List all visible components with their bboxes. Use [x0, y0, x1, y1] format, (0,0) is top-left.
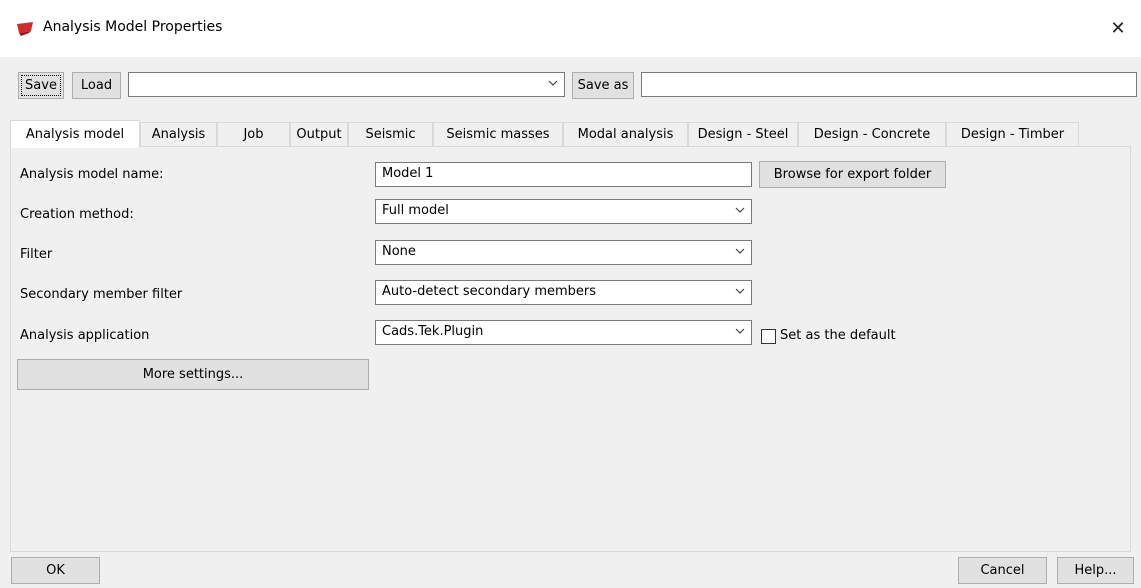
creation-method-label: Creation method: [20, 207, 134, 222]
model-name-input[interactable]: Model 1 [375, 162, 752, 187]
tab-strip: Analysis model Analysis Job Output Seism… [10, 120, 1131, 148]
tab-modal-analysis[interactable]: Modal analysis [563, 122, 688, 146]
filter-select[interactable]: None [375, 240, 752, 265]
tab-analysis-model[interactable]: Analysis model [10, 120, 140, 148]
creation-method-value: Full model [382, 203, 449, 218]
more-settings-button[interactable]: More settings... [17, 359, 369, 390]
tab-seismic[interactable]: Seismic [348, 122, 433, 146]
analysis-app-select[interactable]: Cads.Tek.Plugin [375, 320, 752, 345]
analysis-app-label: Analysis application [20, 328, 150, 343]
close-icon: ✕ [1110, 18, 1126, 39]
cancel-button[interactable]: Cancel [958, 557, 1047, 584]
browse-export-folder-button[interactable]: Browse for export folder [759, 161, 946, 188]
tab-design-steel[interactable]: Design - Steel [688, 122, 798, 146]
save-as-button[interactable]: Save as [572, 72, 634, 99]
set-default-checkbox[interactable] [761, 329, 776, 344]
chevron-down-icon [735, 248, 745, 254]
tekla-logo-icon [17, 22, 33, 36]
set-default-label: Set as the default [780, 328, 896, 343]
close-button[interactable]: ✕ [1095, 0, 1141, 57]
tab-design-concrete[interactable]: Design - Concrete [798, 122, 946, 146]
secondary-filter-label: Secondary member filter [20, 287, 183, 302]
window-title: Analysis Model Properties [43, 19, 223, 35]
chevron-down-icon [548, 80, 558, 86]
filter-value: None [382, 244, 416, 259]
help-button[interactable]: Help... [1057, 557, 1134, 584]
analysis-app-value: Cads.Tek.Plugin [382, 324, 484, 339]
tab-seismic-masses[interactable]: Seismic masses [433, 122, 563, 146]
creation-method-select[interactable]: Full model [375, 199, 752, 224]
chevron-down-icon [735, 207, 745, 213]
chevron-down-icon [735, 328, 745, 334]
ok-button[interactable]: OK [11, 557, 100, 584]
tab-output[interactable]: Output [290, 122, 348, 146]
tab-job[interactable]: Job [217, 122, 290, 146]
dialog-window: Analysis Model Properties ✕ Save Load Sa… [0, 0, 1141, 588]
save-as-input[interactable] [641, 72, 1137, 97]
save-button[interactable]: Save [18, 72, 64, 99]
tab-design-timber[interactable]: Design - Timber [946, 122, 1079, 146]
filter-label: Filter [20, 247, 53, 262]
preset-combo[interactable] [128, 72, 565, 97]
tab-analysis[interactable]: Analysis [140, 122, 217, 146]
secondary-filter-select[interactable]: Auto-detect secondary members [375, 280, 752, 305]
load-button[interactable]: Load [72, 72, 121, 99]
title-bar: Analysis Model Properties ✕ [0, 0, 1141, 57]
model-name-label: Analysis model name: [20, 167, 164, 182]
chevron-down-icon [735, 288, 745, 294]
secondary-filter-value: Auto-detect secondary members [382, 284, 597, 299]
